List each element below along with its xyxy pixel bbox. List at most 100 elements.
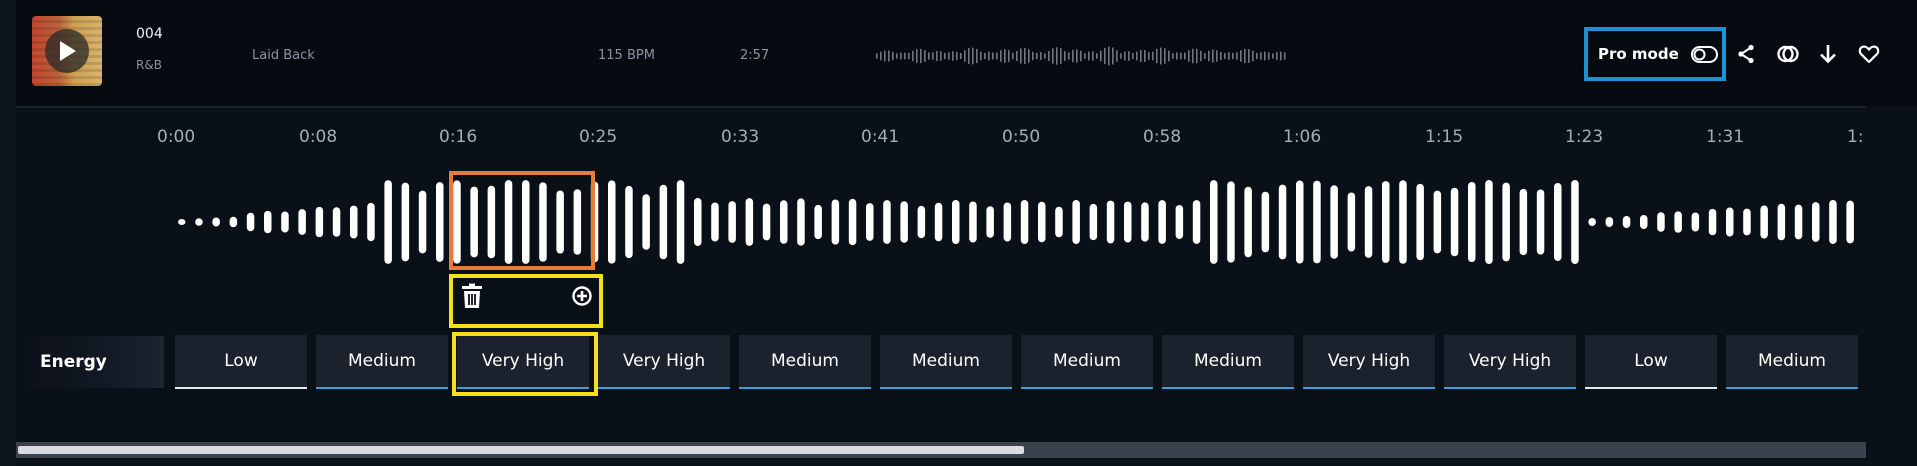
main-waveform[interactable]: [170, 170, 1860, 280]
time-label: 0:08: [299, 127, 338, 147]
wave-bar: [1055, 206, 1063, 238]
wave-bar: [608, 180, 616, 264]
mini-wave-bar: [1164, 48, 1166, 64]
wave-bar: [831, 199, 840, 245]
mini-wave-bar: [912, 50, 914, 62]
mini-wave-bar: [1032, 51, 1034, 61]
time-label: 1:15: [1425, 127, 1464, 147]
wave-bar: [1089, 203, 1098, 241]
energy-segment[interactable]: Low: [1585, 335, 1717, 389]
mini-wave-bar: [908, 52, 910, 60]
mini-wave-bar: [1120, 53, 1122, 59]
mini-wave-bar: [1224, 53, 1226, 59]
mini-wave-bar: [1152, 51, 1154, 61]
mini-wave-bar: [1236, 52, 1238, 60]
wave-bar: [1468, 181, 1476, 263]
wave-bar: [1812, 202, 1820, 242]
mini-wave-bar: [1200, 50, 1202, 62]
mini-wave-bar: [1248, 49, 1250, 63]
mini-wave-bar: [940, 51, 942, 61]
wave-bar: [1175, 204, 1184, 240]
mini-wave-bar: [1096, 53, 1098, 59]
wave-bar: [1003, 202, 1012, 242]
time-label: 1:23: [1565, 127, 1604, 147]
heart-icon[interactable]: [1857, 42, 1881, 66]
energy-segment[interactable]: Very High: [1303, 335, 1435, 389]
wave-bar: [745, 198, 754, 246]
wave-bar: [1536, 189, 1545, 255]
mini-wave-bar: [1228, 52, 1230, 60]
selected-region-highlight[interactable]: [449, 171, 595, 270]
mini-wave-bar: [1280, 51, 1282, 61]
scrollbar-thumb[interactable]: [18, 446, 1024, 454]
energy-segment[interactable]: Very High: [1444, 335, 1576, 389]
wave-bar: [1347, 192, 1356, 252]
energy-segment[interactable]: Low: [175, 335, 307, 389]
mini-wave-bar: [896, 53, 898, 59]
mini-wave-bar: [1020, 48, 1022, 64]
energy-segment[interactable]: Medium: [316, 335, 448, 389]
wave-bar: [1399, 180, 1407, 264]
play-button[interactable]: [45, 29, 89, 73]
wave-bar: [1571, 180, 1579, 264]
wave-bar: [676, 180, 685, 264]
wave-bar: [952, 200, 960, 244]
wave-bar: [1433, 190, 1442, 254]
wave-bar: [332, 207, 341, 237]
header-divider: [16, 106, 1866, 108]
mini-wave-bar: [1172, 53, 1174, 59]
wave-bar: [1657, 212, 1665, 232]
mini-wave-bar: [1016, 50, 1018, 62]
energy-segment-selected[interactable]: Very High: [457, 335, 589, 389]
wave-bar: [848, 198, 857, 246]
mini-wave-bar: [1264, 51, 1266, 61]
trash-icon[interactable]: [460, 283, 484, 309]
wave-bar: [1846, 200, 1854, 244]
wave-bar: [762, 203, 771, 241]
wave-bar: [1640, 215, 1648, 229]
mini-wave-bar: [1004, 49, 1006, 63]
wave-bar: [1141, 202, 1149, 242]
share-icon[interactable]: [1734, 42, 1758, 66]
mini-wave-bar: [1268, 52, 1270, 60]
wave-bar: [694, 198, 702, 246]
mini-wave-bar: [1204, 53, 1206, 59]
mini-waveform[interactable]: [874, 36, 1286, 76]
mini-wave-bar: [1080, 50, 1082, 62]
mini-wave-bar: [1064, 51, 1066, 61]
mini-wave-bar: [976, 49, 978, 63]
time-label: 0:33: [721, 127, 760, 147]
wave-bar: [917, 205, 926, 239]
add-circle-icon[interactable]: [572, 286, 592, 306]
mini-wave-bar: [1056, 47, 1058, 65]
wave-bar: [1072, 200, 1080, 244]
stems-icon[interactable]: [1776, 42, 1800, 66]
mini-wave-bar: [996, 52, 998, 60]
time-label: 0:50: [1002, 127, 1041, 147]
energy-segment[interactable]: Very High: [598, 335, 730, 389]
mini-wave-bar: [1188, 50, 1190, 62]
download-icon[interactable]: [1816, 42, 1840, 66]
mini-wave-bar: [1076, 49, 1078, 63]
energy-segment[interactable]: Medium: [1726, 335, 1858, 389]
energy-segment[interactable]: Medium: [739, 335, 871, 389]
energy-segment[interactable]: Medium: [1162, 335, 1294, 389]
mini-wave-bar: [1272, 53, 1274, 59]
wave-bar: [625, 185, 633, 259]
energy-segment[interactable]: Medium: [880, 335, 1012, 389]
wave-bar: [1450, 187, 1459, 257]
wave-bar: [1210, 180, 1218, 264]
time-label: 1:31: [1706, 127, 1745, 147]
mini-wave-bar: [1276, 52, 1278, 60]
mini-wave-bar: [1024, 47, 1026, 65]
mini-wave-bar: [1140, 49, 1142, 63]
mini-wave-bar: [880, 51, 882, 61]
wave-bar: [986, 206, 994, 238]
mini-wave-bar: [888, 50, 890, 62]
pro-mode-toggle[interactable]: [1691, 46, 1718, 63]
energy-segment[interactable]: Medium: [1021, 335, 1153, 389]
mini-wave-bar: [1232, 52, 1234, 60]
mini-wave-bar: [924, 50, 926, 62]
wave-bar: [298, 209, 306, 235]
wave-bar: [1760, 205, 1768, 239]
